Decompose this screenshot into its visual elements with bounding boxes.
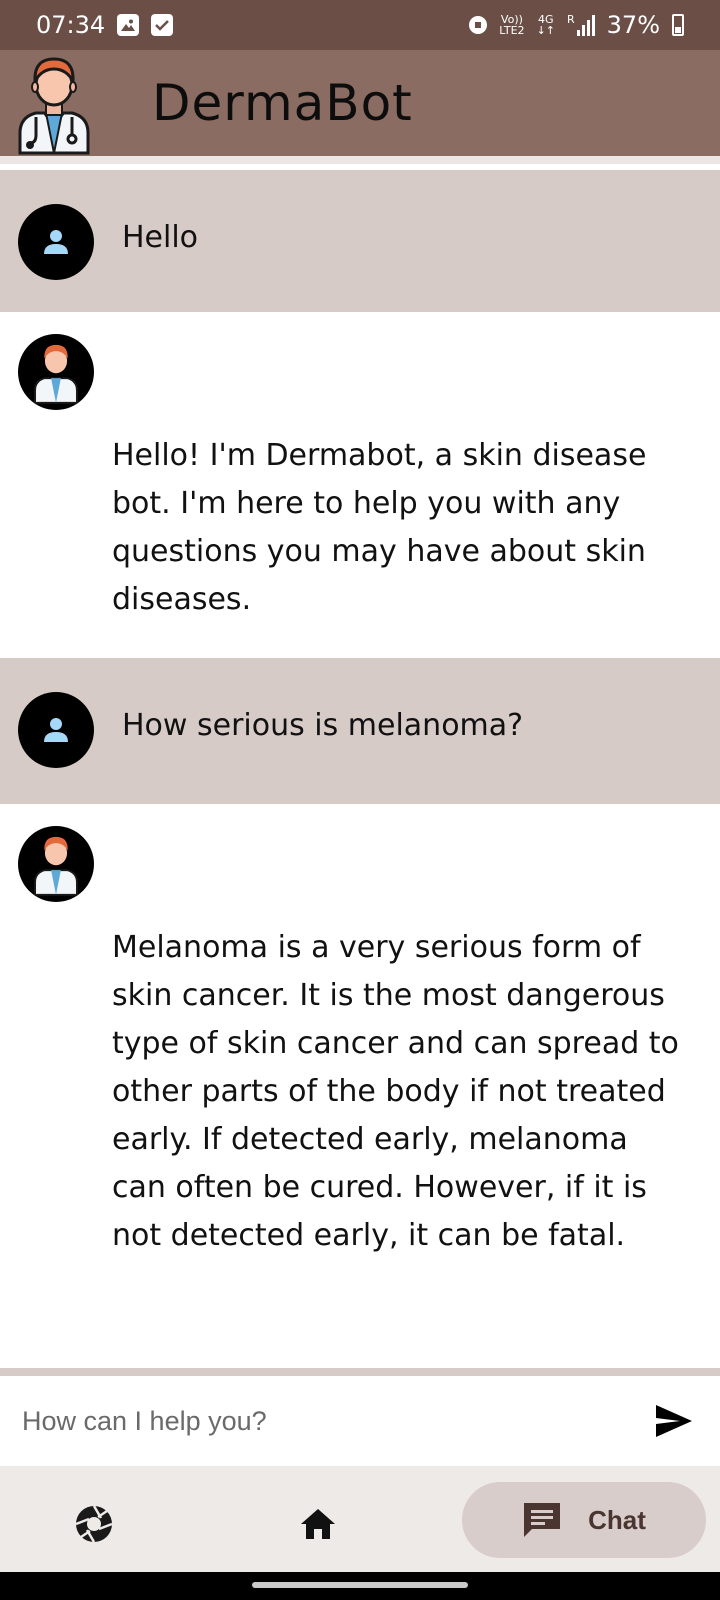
- message-input-bar: [0, 1376, 720, 1466]
- doctor-avatar-icon: [16, 51, 92, 155]
- volte-indicator: Vo)) LTE2: [499, 14, 524, 36]
- bot-message: Melanoma is a very serious form of skin …: [0, 804, 720, 1370]
- camera-aperture-icon: [75, 1505, 113, 1543]
- input-divider: [0, 1368, 720, 1376]
- status-bar: 07:34 Vo)) LTE2 4G ↓↑ R 37%: [0, 0, 720, 50]
- signal-type: 4G ↓↑: [536, 13, 555, 37]
- nav-camera[interactable]: [68, 1498, 120, 1550]
- user-message: Hello: [0, 170, 720, 312]
- app-bar: DermaBot: [0, 50, 720, 156]
- data-saver-icon: [469, 16, 488, 34]
- user-message: How serious is melanoma?: [0, 658, 720, 804]
- nav-chat[interactable]: Chat: [462, 1482, 706, 1558]
- home-gesture-bar[interactable]: [252, 1582, 468, 1588]
- user-avatar-icon: [18, 204, 94, 280]
- message-input[interactable]: [22, 1405, 650, 1437]
- app-bar-divider: [0, 156, 720, 164]
- bot-message: Hello! I'm Dermabot, a skin disease bot.…: [0, 312, 720, 658]
- roaming-label: R: [567, 13, 575, 26]
- app-title: DermaBot: [152, 74, 413, 132]
- bottom-navigation: Chat: [0, 1466, 720, 1572]
- chat-list[interactable]: Hello Hello! I'm Dermabot, a skin diseas…: [0, 170, 720, 1370]
- user-avatar-icon: [18, 692, 94, 768]
- gallery-notification-icon: [117, 14, 140, 36]
- bot-message-text: Hello! I'm Dermabot, a skin disease bot.…: [112, 438, 647, 617]
- nav-chat-label: Chat: [588, 1504, 646, 1535]
- user-message-text: Hello: [122, 220, 199, 255]
- bot-avatar-icon: [18, 826, 94, 902]
- send-icon: [656, 1405, 692, 1437]
- lte-label: LTE2: [499, 24, 525, 37]
- status-left: 07:34: [36, 11, 174, 39]
- system-navigation-bar: [0, 1572, 720, 1600]
- status-time: 07:34: [36, 11, 106, 39]
- battery-icon: [672, 14, 684, 36]
- home-icon: [301, 1509, 335, 1539]
- signal-strength-icon: R: [567, 14, 595, 36]
- status-right: Vo)) LTE2 4G ↓↑ R 37%: [469, 11, 684, 39]
- chat-icon: [524, 1503, 561, 1537]
- send-button[interactable]: [650, 1397, 698, 1445]
- bot-avatar-icon: [18, 334, 94, 410]
- nav-home[interactable]: [292, 1498, 344, 1550]
- battery-percent: 37%: [606, 11, 660, 39]
- bot-message-text: Melanoma is a very serious form of skin …: [112, 930, 679, 1253]
- checkbox-notification-icon: [151, 14, 174, 36]
- user-message-text: How serious is melanoma?: [122, 708, 524, 743]
- signal-type-label: 4G: [538, 13, 554, 26]
